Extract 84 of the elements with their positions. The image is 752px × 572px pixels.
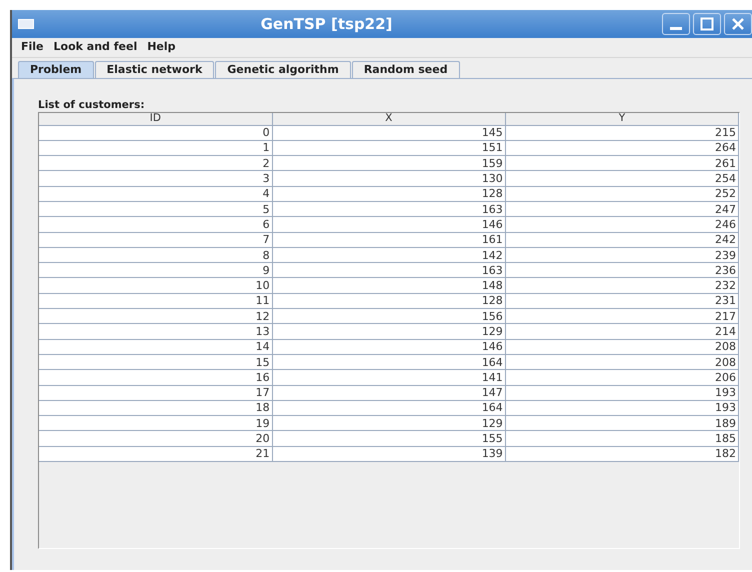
- table-cell: 13: [39, 324, 272, 340]
- table-cell: 16: [39, 370, 272, 386]
- window-title: GenTSP [tsp22]: [260, 14, 394, 35]
- table-cell: 18: [39, 400, 272, 416]
- table-cell: 11: [39, 293, 272, 309]
- table-cell: 217: [505, 308, 738, 324]
- table-cell: 151: [272, 140, 506, 156]
- table-cell: 185: [505, 430, 738, 446]
- table-cell: 214: [505, 324, 738, 340]
- table-cell: 141: [272, 370, 506, 386]
- table-cell: 193: [505, 385, 738, 400]
- tab[interactable]: Problem: [18, 61, 94, 78]
- tab[interactable]: Random seed: [352, 61, 460, 78]
- table-cell: 15: [39, 354, 272, 370]
- menu-item[interactable]: File: [16, 39, 49, 56]
- table-cell: 254: [505, 170, 738, 186]
- column-header[interactable]: Y: [505, 113, 738, 125]
- close-icon: [731, 17, 745, 31]
- table-cell: 189: [505, 416, 738, 431]
- table-cell: 5: [39, 201, 272, 217]
- table-label: List of customers:: [38, 99, 146, 111]
- table-cell: 20: [39, 430, 272, 446]
- table-cell: 146: [272, 216, 506, 232]
- table-cell: 21: [39, 446, 272, 462]
- table-cell: 261: [505, 156, 738, 171]
- minimize-icon: [670, 27, 682, 30]
- column-header[interactable]: ID: [39, 113, 272, 125]
- table-cell: 208: [505, 354, 738, 370]
- column-header[interactable]: X: [272, 113, 506, 125]
- table-cell: 139: [272, 446, 506, 462]
- table-cell: 129: [272, 324, 506, 340]
- table-cell: 164: [272, 400, 506, 416]
- menu-item[interactable]: Help: [142, 39, 181, 56]
- table-cell: 155: [272, 430, 506, 446]
- table-cell: 12: [39, 308, 272, 324]
- table-cell: 17: [39, 385, 272, 400]
- table-cell: 7: [39, 232, 272, 248]
- table-cell: 8: [39, 247, 272, 263]
- table-cell: 208: [505, 339, 738, 354]
- maximize-icon: [700, 17, 714, 31]
- table-cell: 129: [272, 416, 506, 431]
- table-cell: 19: [39, 416, 272, 431]
- table-cell: 10: [39, 278, 272, 294]
- table-cell: 232: [505, 278, 738, 294]
- table-cell: 4: [39, 186, 272, 202]
- table-cell: 246: [505, 216, 738, 232]
- table-cell: 9: [39, 262, 272, 278]
- table-cell: 231: [505, 293, 738, 309]
- table-cell: 1: [39, 140, 272, 156]
- table-cell: 142: [272, 247, 506, 263]
- table-cell: 145: [272, 125, 506, 140]
- table-cell: 215: [505, 125, 738, 140]
- table-cell: 236: [505, 262, 738, 278]
- table-cell: 182: [505, 446, 738, 462]
- table-cell: 206: [505, 370, 738, 386]
- table-cell: 164: [272, 354, 506, 370]
- table-cell: 242: [505, 232, 738, 248]
- close-button[interactable]: [724, 13, 752, 35]
- table-cell: 0: [39, 125, 272, 140]
- table-cell: 14: [39, 339, 272, 354]
- table-cell: 156: [272, 308, 506, 324]
- table-cell: 148: [272, 278, 506, 294]
- table-cell: 247: [505, 201, 738, 217]
- table-cell: 3: [39, 170, 272, 186]
- tab[interactable]: Genetic algorithm: [215, 61, 351, 78]
- maximize-button[interactable]: [693, 13, 721, 35]
- table-cell: 252: [505, 186, 738, 202]
- table-cell: 128: [272, 186, 506, 202]
- table-cell: 6: [39, 216, 272, 232]
- table-cell: 163: [272, 201, 506, 217]
- table-cell: 128: [272, 293, 506, 309]
- tab[interactable]: Elastic network: [94, 61, 214, 78]
- minimize-button[interactable]: [662, 13, 690, 35]
- menu-item[interactable]: Look and feel: [48, 39, 142, 56]
- table-cell: 161: [272, 232, 506, 248]
- table-cell: 147: [272, 385, 506, 400]
- table-cell: 193: [505, 400, 738, 416]
- table-cell: 146: [272, 339, 506, 354]
- table-cell: 159: [272, 156, 506, 171]
- table-cell: 264: [505, 140, 738, 156]
- table-cell: 130: [272, 170, 506, 186]
- table-cell: 163: [272, 262, 506, 278]
- table-cell: 2: [39, 156, 272, 171]
- table-cell: 239: [505, 247, 738, 263]
